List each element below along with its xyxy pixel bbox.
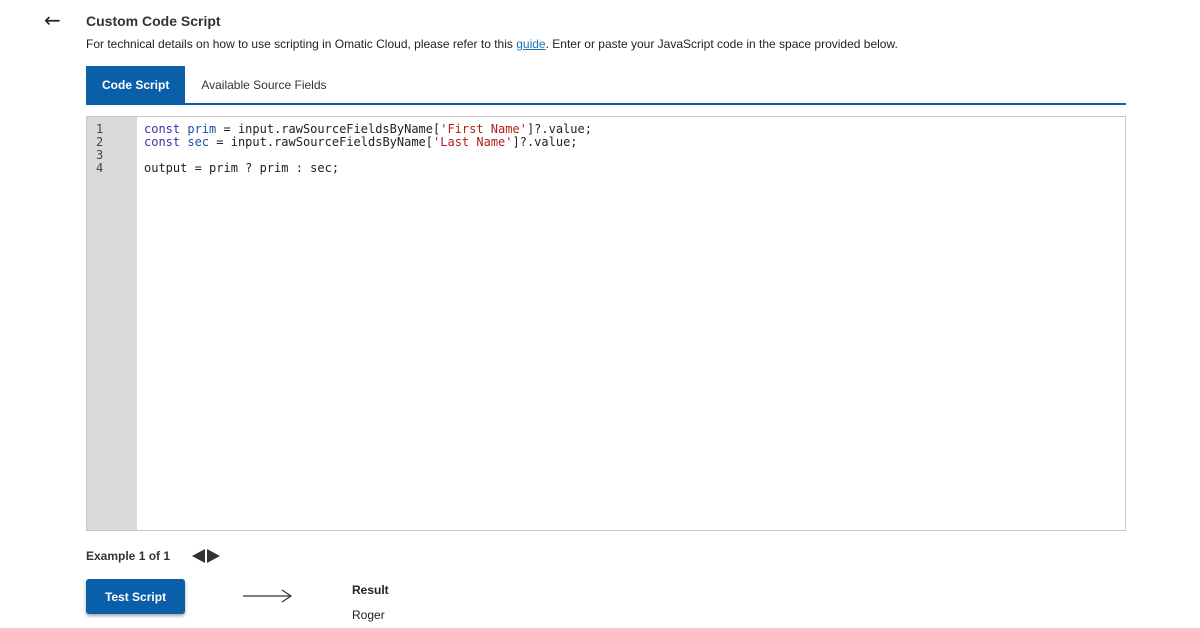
line-number: 1 bbox=[96, 122, 104, 136]
code-token: sec bbox=[187, 135, 210, 149]
triangle-left-icon[interactable] bbox=[192, 549, 206, 563]
code-token: = input.rawSourceFieldsByName[ bbox=[209, 135, 434, 149]
example-counter: Example 1 of 1 bbox=[86, 549, 171, 563]
code-token: 'First Name' bbox=[440, 122, 527, 136]
code-area[interactable]: const prim = input.rawSourceFieldsByName… bbox=[137, 117, 1125, 530]
tab-bar: Code Script Available Source Fields bbox=[86, 66, 1126, 105]
result-label: Result bbox=[352, 583, 389, 597]
example-navigator: Example 1 of 1 bbox=[86, 549, 221, 563]
code-token: ]?.value; bbox=[526, 122, 592, 136]
code-line: output = prim ? prim : sec; bbox=[144, 162, 1125, 175]
tab-code-script[interactable]: Code Script bbox=[86, 66, 186, 103]
code-token: const bbox=[144, 122, 181, 136]
line-number: 3 bbox=[96, 148, 104, 162]
code-editor[interactable]: 1234 const prim = input.rawSourceFieldsB… bbox=[86, 116, 1126, 531]
page-title: Custom Code Script bbox=[86, 13, 221, 29]
code-token: = input.rawSourceFieldsByName[ bbox=[216, 122, 441, 136]
code-token: const bbox=[144, 135, 181, 149]
description-text-before: For technical details on how to use scri… bbox=[86, 37, 517, 51]
triangle-right-icon[interactable] bbox=[207, 549, 221, 563]
code-token: ]?.value; bbox=[512, 135, 578, 149]
arrow-left-icon[interactable]: ← bbox=[44, 10, 61, 30]
code-token: 'Last Name' bbox=[433, 135, 513, 149]
test-script-button[interactable]: Test Script bbox=[86, 579, 185, 614]
code-token: prim bbox=[187, 122, 217, 136]
line-number-gutter: 1234 bbox=[87, 117, 137, 530]
description-text-after: . Enter or paste your JavaScript code in… bbox=[545, 37, 898, 51]
code-token: output = prim ? prim : sec; bbox=[144, 161, 340, 175]
page-description: For technical details on how to use scri… bbox=[86, 37, 898, 51]
result-value: Roger bbox=[352, 608, 385, 622]
line-number: 2 bbox=[96, 135, 104, 149]
long-arrow-right-icon bbox=[243, 589, 293, 603]
code-line: const sec = input.rawSourceFieldsByName[… bbox=[144, 136, 1125, 149]
guide-link[interactable]: guide bbox=[516, 37, 545, 51]
tab-available-source-fields[interactable]: Available Source Fields bbox=[185, 66, 342, 103]
line-number: 4 bbox=[96, 161, 104, 175]
